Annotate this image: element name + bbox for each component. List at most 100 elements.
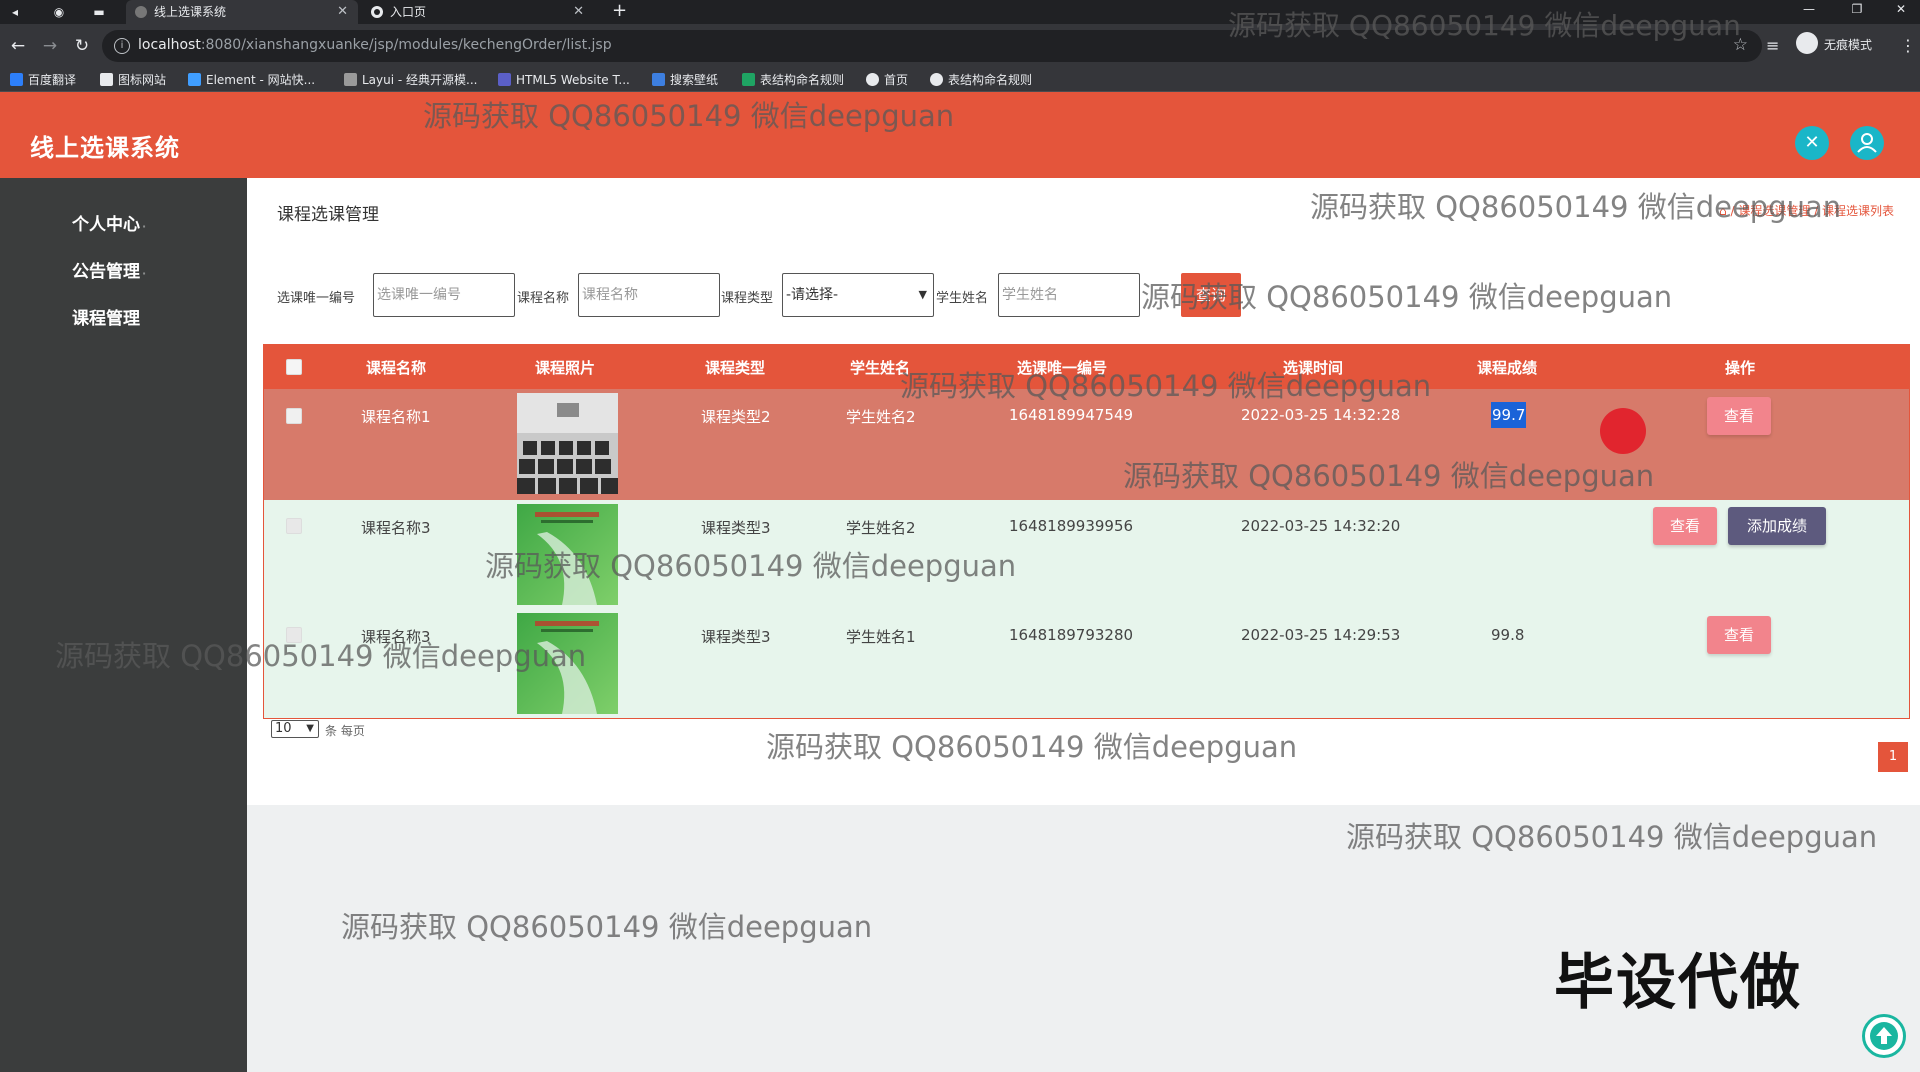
order-number-cell: 1648189939956 [1009,517,1134,535]
course-photo[interactable] [517,393,618,494]
order-time-cell: 2022-03-25 14:29:53 [1241,626,1401,644]
bookmark-item[interactable]: 首页 [866,72,908,88]
watermark: 源码获取 QQ86050149 微信deepguan [1310,190,1842,224]
forward-icon[interactable]: → [40,36,60,56]
bookmark-item[interactable]: Element - 网站快... [188,72,315,88]
course-name-cell: 课程名称1 [361,408,431,426]
sidebar: 个人中心 · 公告管理 · 课程管理 [0,178,247,1072]
browser-tab-active[interactable]: 线上选课系统 ✕ [126,0,358,24]
overlay-big-text: 毕设代做 [1554,948,1802,1018]
page-title: 课程选课管理 [277,205,379,225]
bookmark-item[interactable]: 百度翻译 [10,72,76,88]
order-number-cell: 1648189947549 [1009,406,1134,424]
caret-icon: · [142,220,147,233]
incognito-icon[interactable] [1796,32,1818,54]
tab-title: 线上选课系统 [154,5,227,19]
bookmark-item[interactable]: 图标网站 [100,72,166,88]
select-all-checkbox[interactable] [286,359,302,375]
main-content: 课程选课管理 ⌂ / 课程选课管理 / 课程选课列表 选课唯一编号 选课唯一编号… [247,178,1920,805]
course-name-cell: 课程名称3 [361,519,431,537]
course-type-cell: 课程类型3 [701,519,771,537]
tab-favicon-icon [370,5,384,19]
row-checkbox[interactable] [286,408,302,424]
bookmark-item[interactable]: 表结构命名规则 [930,72,1032,88]
watermark: 源码获取 QQ86050149 微信deepguan [1346,820,1878,854]
watermark: 源码获取 QQ86050149 微信deepguan [485,549,1017,583]
bookmark-icon [100,73,113,86]
watermark: 源码获取 QQ86050149 微信deepguan [341,910,873,944]
add-score-button[interactable]: 添加成绩 [1728,507,1826,545]
score-cell: 99.7 [1491,402,1527,428]
url-text: localhost:8080/xianshangxuanke/jsp/modul… [138,37,612,53]
column-header: 课程类型 [705,359,766,377]
watermark: 源码获取 QQ86050149 微信deepguan [1228,9,1741,42]
chevron-down-icon: ▼ [306,723,314,734]
page-size-select[interactable]: 10 ▼ [271,720,319,738]
close-tab-icon[interactable]: ✕ [573,0,584,24]
new-tab-icon[interactable]: + [612,0,627,22]
view-button[interactable]: 查看 [1653,507,1717,545]
fullscreen-icon[interactable]: ✕ [1795,126,1829,160]
sidebar-item-notice-management[interactable]: 公告管理 · [72,257,146,282]
user-icon[interactable] [1850,126,1884,160]
search-input-course[interactable]: 课程名称 [578,273,720,317]
bookmark-icon [652,73,665,86]
bookmark-icon [742,73,755,86]
student-name-cell: 学生姓名2 [846,408,916,426]
close-window-icon[interactable]: ✕ [1884,0,1918,20]
pinned-tab-icon[interactable]: ▬ [90,3,108,21]
search-label-number: 选课唯一编号 [277,291,356,306]
bookmark-item[interactable]: HTML5 Website T... [498,72,630,88]
minimize-icon[interactable]: — [1792,0,1826,20]
course-type-cell: 课程类型3 [701,628,771,646]
watermark: 源码获取 QQ86050149 微信deepguan [766,730,1298,764]
back-to-top-button[interactable] [1862,1014,1906,1058]
app-header: 线上选课系统 ✕ [0,92,1920,178]
table-row[interactable]: 课程名称1 课程类型2 学生姓名2 1648189947549 2022-03-… [264,389,1909,499]
tab-title: 入口页 [390,5,427,19]
bookmark-item[interactable]: Layui - 经典开源模... [344,72,477,88]
bookmark-icon [188,73,201,86]
bookmark-icon [344,73,357,86]
view-button[interactable]: 查看 [1707,397,1771,435]
watermark: 源码获取 QQ86050149 微信deepguan [1123,459,1655,493]
column-header: 课程名称 [366,359,427,377]
order-number-cell: 1648189793280 [1009,626,1134,644]
sidebar-item-personal-center[interactable]: 个人中心 · [72,210,146,235]
audio-icon[interactable]: ◂ [6,3,24,21]
bookmark-item[interactable]: 搜索壁纸 [652,72,718,88]
search-label-type: 课程类型 [721,291,774,306]
bookmark-icon [498,73,511,86]
search-select-type[interactable]: -请选择- ▼ [782,273,934,317]
watermark: 源码获取 QQ86050149 微信deepguan [55,639,587,673]
back-icon[interactable]: ← [8,36,28,56]
close-tab-icon[interactable]: ✕ [337,0,348,24]
bookmark-icon [10,73,23,86]
browser-tab[interactable]: 入口页 ✕ [362,0,594,24]
bookmark-item[interactable]: 表结构命名规则 [742,72,844,88]
site-info-icon[interactable]: i [114,38,130,54]
pinned-tab-icon[interactable]: ◉ [50,3,68,21]
student-name-cell: 学生姓名2 [846,519,916,537]
score-cell: 99.8 [1491,626,1525,644]
view-button[interactable]: 查看 [1707,616,1771,654]
incognito-label: 无痕模式 [1824,38,1873,52]
sidebar-item-course-management[interactable]: 课程管理 [72,304,140,329]
page-number-button[interactable]: 1 [1878,742,1908,772]
column-header: 操作 [1725,359,1756,377]
reading-list-icon[interactable]: ≡ [1766,36,1779,55]
menu-icon[interactable]: ⋮ [1900,36,1916,55]
cursor-highlight [1600,408,1646,454]
student-name-cell: 学生姓名1 [846,628,916,646]
bookmark-icon [930,73,943,86]
row-checkbox[interactable] [286,518,302,534]
reload-icon[interactable]: ↻ [72,36,92,56]
watermark: 源码获取 QQ86050149 微信deepguan [900,369,1432,403]
search-input-number[interactable]: 选课唯一编号 [373,273,515,317]
column-header: 课程成绩 [1477,359,1538,377]
app-title: 线上选课系统 [30,134,180,162]
order-time-cell: 2022-03-25 14:32:20 [1241,517,1401,535]
search-input-student[interactable]: 学生姓名 [998,273,1140,317]
watermark: 源码获取 QQ86050149 微信deepguan [1141,280,1673,314]
restore-icon[interactable]: ❐ [1840,0,1874,20]
